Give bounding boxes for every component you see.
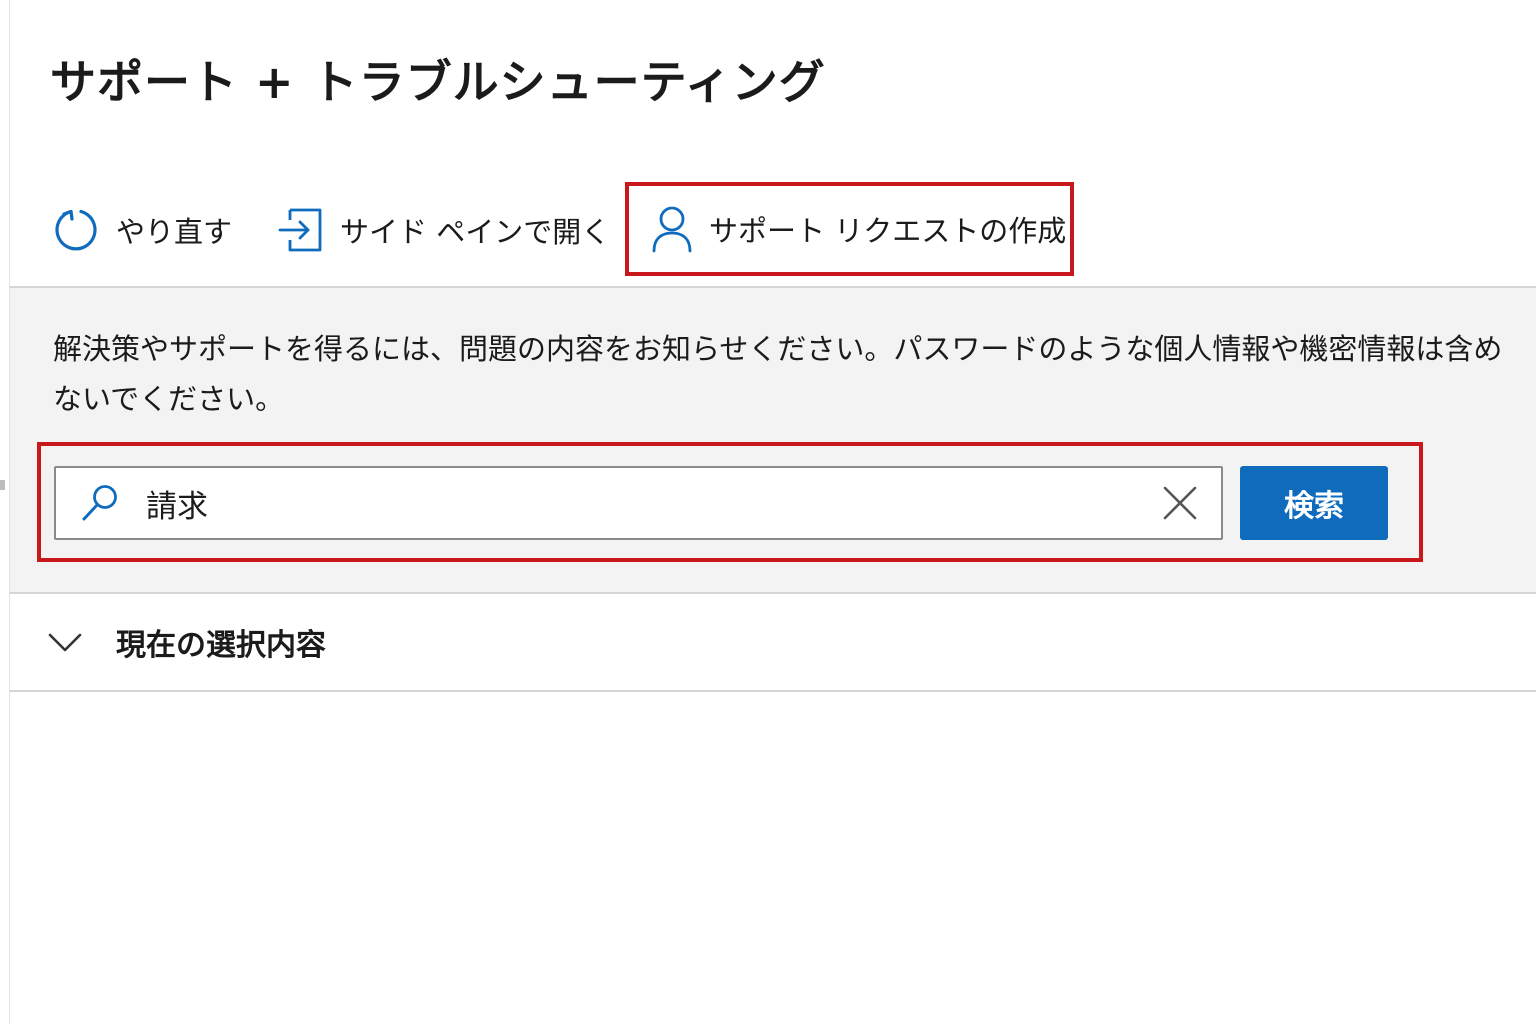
page-title: サポート + トラブルシューティング (50, 55, 826, 109)
close-icon[interactable] (1159, 482, 1201, 524)
search-section: 解決策やサポートを得るには、問題の内容をお知らせください。パスワードのような個人… (10, 288, 1536, 594)
edge-marker (0, 480, 5, 490)
search-icon (82, 485, 117, 521)
search-input[interactable] (146, 473, 1106, 533)
instruction-text: 解決策やサポートを得るには、問題の内容をお知らせください。パスワードのような個人… (53, 332, 1503, 416)
search-button[interactable]: 検索 (1240, 466, 1388, 540)
current-selection-toggle[interactable]: 現在の選択内容 (10, 594, 1536, 692)
open-side-pane-button[interactable]: サイド ペインで開く (278, 180, 610, 280)
retry-label: やり直す (116, 215, 233, 249)
create-support-request-label: サポート リクエストの作成 (709, 214, 1067, 248)
search-box[interactable] (54, 466, 1223, 540)
toolbar: やり直す サイド ペインで開く サポート リクエストの作成 (10, 180, 1536, 288)
chevron-down-icon (48, 633, 82, 652)
current-selection-label: 現在の選択内容 (116, 628, 326, 663)
open-side-pane-icon (278, 208, 322, 252)
support-troubleshooting-panel: サポート + トラブルシューティング やり直す サイド ペインで開く サポート … (9, 0, 1536, 1024)
retry-button[interactable]: やり直す (54, 180, 232, 280)
open-side-pane-label: サイド ペインで開く (340, 215, 611, 249)
person-icon (652, 206, 692, 253)
retry-icon (55, 209, 97, 251)
create-support-request-button[interactable]: サポート リクエストの作成 (625, 182, 1074, 276)
